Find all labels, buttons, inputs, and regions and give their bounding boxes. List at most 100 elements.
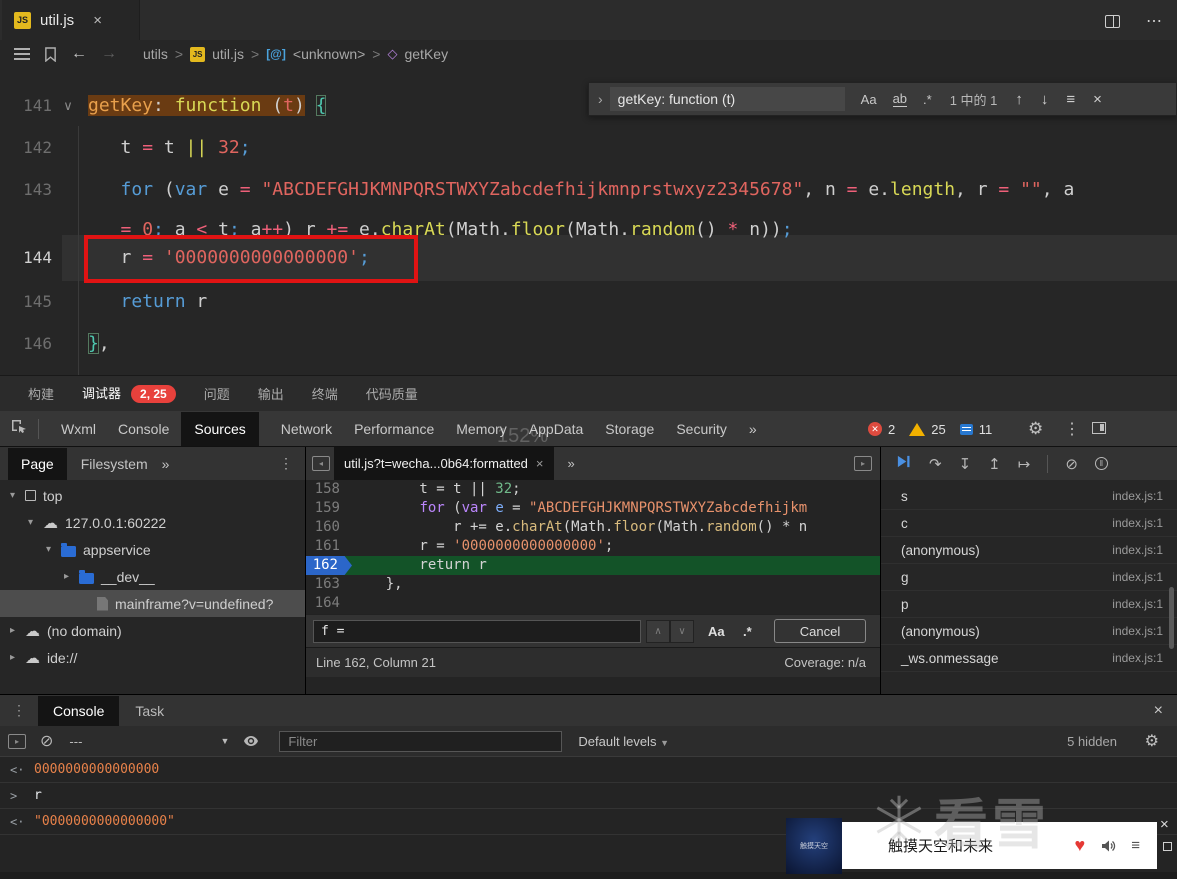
- console-filter-input[interactable]: [279, 730, 563, 752]
- tree-expander-icon[interactable]: ▾: [46, 544, 61, 555]
- console-settings-icon[interactable]: ⚙: [1145, 731, 1159, 751]
- fold-arrow-icon[interactable]: ∨: [60, 85, 76, 127]
- tab-filesystem[interactable]: Filesystem: [81, 456, 148, 472]
- devtools-badges[interactable]: ✕ 2 25 11: [868, 411, 992, 447]
- tree-expander-icon[interactable]: ▾: [10, 490, 25, 501]
- ad-banner[interactable]: 触摸天空和未来 ♥ ≡: [842, 822, 1157, 869]
- find-expand-icon[interactable]: ›: [598, 91, 603, 107]
- breadcrumb-item[interactable]: <unknown>: [293, 46, 365, 62]
- line-number[interactable]: 142: [0, 127, 52, 169]
- source-line[interactable]: 159 for (var e = "ABCDEFGHJKMNPQRSTWXYZa…: [306, 499, 880, 518]
- tab-utiljs[interactable]: JS util.js ×: [2, 0, 140, 40]
- panel-tab[interactable]: 输出: [258, 374, 284, 413]
- find-previous-icon[interactable]: ∧: [646, 619, 670, 643]
- source-line[interactable]: 158 t = t || 32;: [306, 480, 880, 499]
- find-next-icon[interactable]: ∨: [670, 619, 694, 643]
- match-case-icon[interactable]: Aa: [861, 92, 877, 107]
- source-file-tab[interactable]: util.js?t=wecha...0b64:formatted ×: [334, 447, 554, 480]
- source-file-tab-close-icon[interactable]: ×: [536, 456, 544, 471]
- devtools-tab[interactable]: Storage: [605, 421, 654, 437]
- panel-tab[interactable]: 终端: [312, 374, 338, 413]
- drawer-close-icon[interactable]: ×: [1154, 702, 1163, 720]
- split-editor-icon[interactable]: [1105, 14, 1120, 28]
- dock-side-icon[interactable]: [1092, 422, 1106, 434]
- more-actions-icon[interactable]: ⋯: [1146, 11, 1163, 31]
- line-number[interactable]: 144: [0, 237, 52, 279]
- find-previous-icon[interactable]: ↑: [1015, 91, 1023, 108]
- code-line[interactable]: t = t || 32;: [88, 127, 1177, 169]
- devtools-tab[interactable]: Performance: [354, 421, 434, 437]
- tree-item[interactable]: ▾ ☁ 127.0.0.1:60222: [0, 509, 305, 536]
- ad-thumbnail[interactable]: 触摸天空: [786, 818, 842, 874]
- find-in-selection-icon[interactable]: ≡: [1066, 91, 1075, 108]
- devtools-tab[interactable]: Sources: [181, 411, 259, 446]
- ad-restore-icon[interactable]: [1163, 842, 1172, 851]
- sidebar-menu-icon[interactable]: ⋮: [279, 455, 293, 472]
- tree-item[interactable]: ▾ top: [0, 482, 305, 509]
- find-next-icon[interactable]: ↓: [1041, 91, 1049, 108]
- callstack-frame[interactable]: c index.js:1: [881, 510, 1177, 537]
- bookmark-icon[interactable]: [44, 46, 57, 62]
- step-icon[interactable]: ↦: [1018, 455, 1031, 473]
- step-into-icon[interactable]: ↧: [959, 455, 972, 473]
- match-case-icon[interactable]: Aa: [708, 624, 725, 639]
- devtools-tab[interactable]: Console: [118, 421, 169, 437]
- tree-expander-icon[interactable]: ▸: [64, 571, 79, 582]
- devtools-tab[interactable]: Security: [676, 421, 727, 437]
- forward-arrow-icon[interactable]: →: [101, 45, 117, 63]
- source-line-number[interactable]: 162: [306, 556, 352, 575]
- tab-page[interactable]: Page: [8, 447, 67, 480]
- resume-icon[interactable]: [895, 454, 912, 473]
- panel-tab[interactable]: 代码质量: [366, 374, 418, 413]
- back-arrow-icon[interactable]: ←: [71, 45, 87, 63]
- breadcrumb-item[interactable]: getKey: [404, 46, 448, 62]
- source-line-number[interactable]: 160: [306, 518, 352, 537]
- source-line[interactable]: 164: [306, 594, 880, 613]
- line-number[interactable]: 146: [0, 323, 52, 365]
- source-line[interactable]: 160 r += e.charAt(Math.floor(Math.random…: [306, 518, 880, 537]
- regex-icon[interactable]: .*: [743, 624, 752, 639]
- devtools-menu-icon[interactable]: ⋮: [1064, 419, 1080, 439]
- callstack-frame[interactable]: s index.js:1: [881, 483, 1177, 510]
- tree-expander-icon[interactable]: ▸: [10, 652, 25, 663]
- tree-expander-icon[interactable]: ▾: [28, 517, 43, 528]
- source-line[interactable]: 162 return r: [306, 556, 880, 575]
- panel-tab[interactable]: 构建: [28, 374, 54, 413]
- tab-scroll-right-icon[interactable]: ▸: [854, 456, 872, 471]
- source-line-number[interactable]: 163: [306, 575, 352, 594]
- tab-task[interactable]: Task: [135, 703, 164, 719]
- callstack-frame[interactable]: g index.js:1: [881, 564, 1177, 591]
- breadcrumb-item[interactable]: util.js: [212, 46, 244, 62]
- log-levels-dropdown[interactable]: Default levels ▼: [578, 734, 669, 749]
- speaker-icon[interactable]: [1099, 838, 1117, 854]
- source-code-view[interactable]: 158 t = t || 32; 159 for (var e = "ABCDEF…: [306, 480, 880, 613]
- ad-menu-icon[interactable]: ≡: [1131, 837, 1141, 854]
- deactivate-breakpoints-icon[interactable]: ⊘: [1065, 455, 1078, 473]
- live-expression-eye-icon[interactable]: [243, 733, 259, 749]
- heart-like-icon[interactable]: ♥: [1075, 835, 1086, 856]
- console-sidebar-icon[interactable]: ▸: [8, 733, 26, 749]
- tab-console[interactable]: Console: [38, 695, 120, 726]
- source-line[interactable]: 163 },: [306, 575, 880, 594]
- tree-item[interactable]: ▾ appservice: [0, 536, 305, 563]
- sidebar-tabs-overflow[interactable]: »: [162, 456, 170, 472]
- code-line[interactable]: return r: [88, 281, 1177, 323]
- devtools-tab[interactable]: Network: [281, 421, 332, 437]
- panel-tab[interactable]: 调试器: [82, 373, 122, 414]
- devtools-tab[interactable]: »: [749, 421, 757, 437]
- callstack-frame[interactable]: (anonymous) index.js:1: [881, 618, 1177, 645]
- devtools-settings-icon[interactable]: ⚙: [1028, 419, 1043, 439]
- tree-item[interactable]: ▸ __dev__: [0, 563, 305, 590]
- source-line-number[interactable]: 159: [306, 499, 352, 518]
- source-line-number[interactable]: 158: [306, 480, 352, 499]
- whole-word-icon[interactable]: ab: [892, 91, 908, 107]
- drawer-menu-icon[interactable]: ⋮: [12, 702, 26, 719]
- find-close-icon[interactable]: ×: [1093, 91, 1102, 108]
- regex-icon[interactable]: .*: [923, 92, 932, 107]
- outline-list-icon[interactable]: [14, 48, 30, 60]
- tree-item[interactable]: ▸ ☁ ide://: [0, 644, 305, 671]
- line-number[interactable]: 145: [0, 281, 52, 323]
- step-out-icon[interactable]: ↥: [988, 455, 1001, 473]
- callstack-frame[interactable]: p index.js:1: [881, 591, 1177, 618]
- tab-scroll-left-icon[interactable]: ◂: [312, 456, 330, 471]
